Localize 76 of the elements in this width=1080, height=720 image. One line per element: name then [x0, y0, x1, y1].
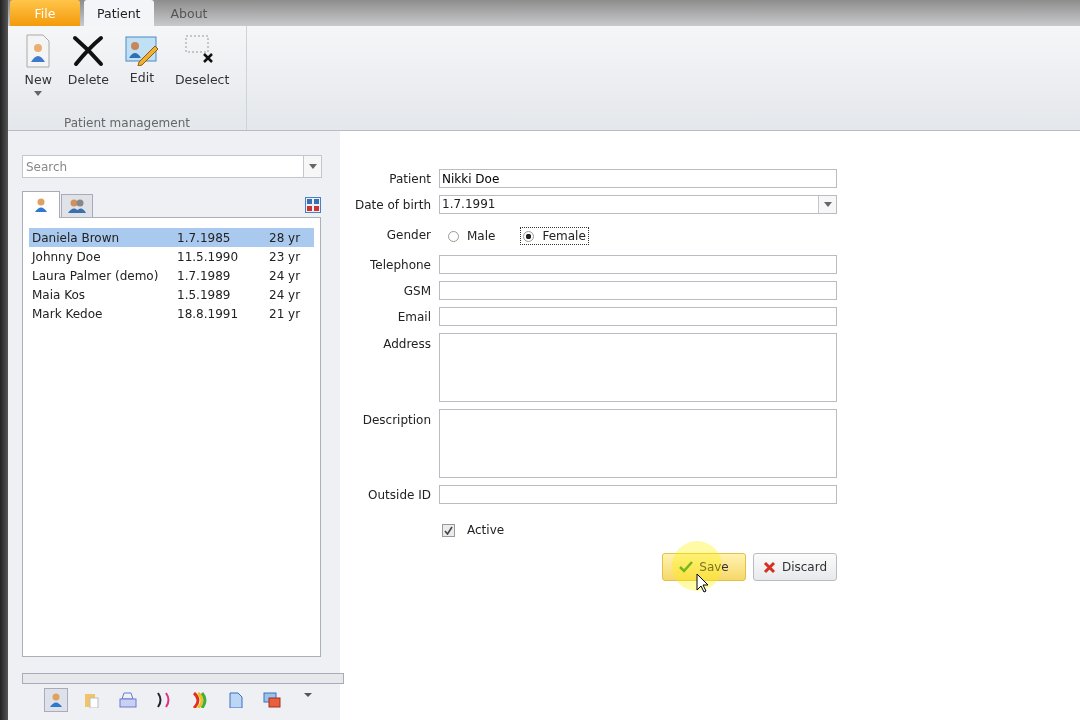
radio-label: Male — [467, 229, 496, 243]
patient-age: 24 yr — [269, 268, 302, 283]
patient-name: Maia Kos — [32, 287, 87, 302]
text-field[interactable] — [439, 255, 837, 274]
windows-icon — [263, 692, 281, 708]
document-person-icon — [25, 34, 52, 68]
delete-icon — [71, 34, 106, 68]
patient-row[interactable]: Mark Kedoe 18.8.1991 21 yr — [29, 304, 314, 323]
radio-button[interactable] — [448, 230, 459, 242]
text-field[interactable] — [439, 281, 837, 300]
radio-button[interactable] — [523, 230, 535, 242]
ribbon-button[interactable]: Deselect — [168, 32, 236, 106]
ribbon-button[interactable]: Edit — [118, 32, 165, 106]
dropdown-arrow-icon[interactable] — [304, 692, 312, 698]
action-button[interactable]: Save — [662, 553, 746, 581]
person-icon — [49, 692, 63, 708]
printer-icon — [119, 692, 137, 708]
field-label: GSM — [402, 283, 431, 298]
patient-name: Laura Palmer (demo) — [32, 268, 160, 283]
folder-icon — [84, 692, 100, 708]
field-label: Description — [361, 412, 431, 427]
patient-age: 28 yr — [269, 230, 302, 245]
patient-row[interactable]: Daniela Brown 1.7.1985 28 yr — [29, 228, 314, 247]
checkbox-label: Active — [467, 523, 505, 537]
edit-card-icon — [124, 34, 159, 66]
field-label: Email — [396, 309, 431, 324]
ribbon-tab[interactable]: Patient — [84, 0, 154, 26]
close-icon — [762, 560, 776, 574]
text-field[interactable] — [439, 307, 837, 326]
search-field[interactable]: Search — [22, 155, 303, 178]
text-area[interactable] — [439, 409, 837, 478]
field-label: Outside ID — [367, 487, 431, 502]
radio-label: Female — [542, 229, 586, 243]
list-tab[interactable] — [22, 191, 60, 218]
scroll-bar[interactable] — [22, 673, 344, 684]
patient-row[interactable]: Maia Kos 1.5.1989 24 yr — [29, 285, 314, 304]
check-icon — [679, 561, 694, 573]
field-label: Telephone — [369, 257, 431, 272]
people-icon — [67, 198, 87, 214]
field-label: Address — [382, 336, 431, 351]
patient-age: 24 yr — [269, 287, 302, 302]
patient-row[interactable]: Laura Palmer (demo) 1.7.1989 24 yr — [29, 266, 314, 285]
rainbow-icon — [192, 692, 208, 708]
birth-date: 1.7.1989 — [177, 268, 232, 283]
ribbon-button[interactable]: Delete — [61, 32, 115, 106]
patient-row[interactable]: Johnny Doe 11.5.1990 23 yr — [29, 247, 314, 266]
dropdown-button[interactable] — [303, 155, 322, 178]
ribbon-tab[interactable]: About — [157, 0, 221, 26]
birth-date: 1.5.1989 — [177, 287, 232, 302]
action-button[interactable]: Discard — [753, 553, 837, 581]
person-icon — [34, 197, 48, 213]
patient-age: 21 yr — [269, 306, 302, 321]
birth-date: 1.7.1985 — [177, 230, 232, 245]
ribbon-button[interactable]: New — [18, 32, 58, 106]
dropdown-arrow-icon — [823, 202, 832, 207]
cursor-icon — [696, 573, 710, 593]
list-tab[interactable] — [61, 194, 93, 217]
group-title: Patient management — [64, 116, 190, 130]
field-label: Date of birth — [353, 197, 431, 212]
field-label: Gender — [385, 227, 431, 242]
document-icon — [229, 692, 243, 708]
caret-icon — [34, 91, 43, 96]
patient-name: Daniela Brown — [32, 230, 121, 245]
field-label: Patient — [388, 171, 431, 186]
sort-icon[interactable] — [305, 197, 321, 213]
birth-date: 11.5.1990 — [177, 249, 240, 264]
text-field[interactable]: Nikki Doe — [439, 169, 837, 188]
patient-age: 23 yr — [269, 249, 302, 264]
patient-name: Johnny Doe — [32, 249, 102, 264]
birth-date: 18.8.1991 — [177, 306, 240, 321]
patient-name: Mark Kedoe — [32, 306, 104, 321]
dropdown-arrow-icon — [308, 164, 317, 169]
text-area[interactable] — [439, 333, 837, 402]
checkbox[interactable] — [442, 523, 455, 537]
date-dropdown[interactable]: 1.7.1991 — [439, 195, 837, 214]
text-field[interactable] — [439, 485, 837, 504]
